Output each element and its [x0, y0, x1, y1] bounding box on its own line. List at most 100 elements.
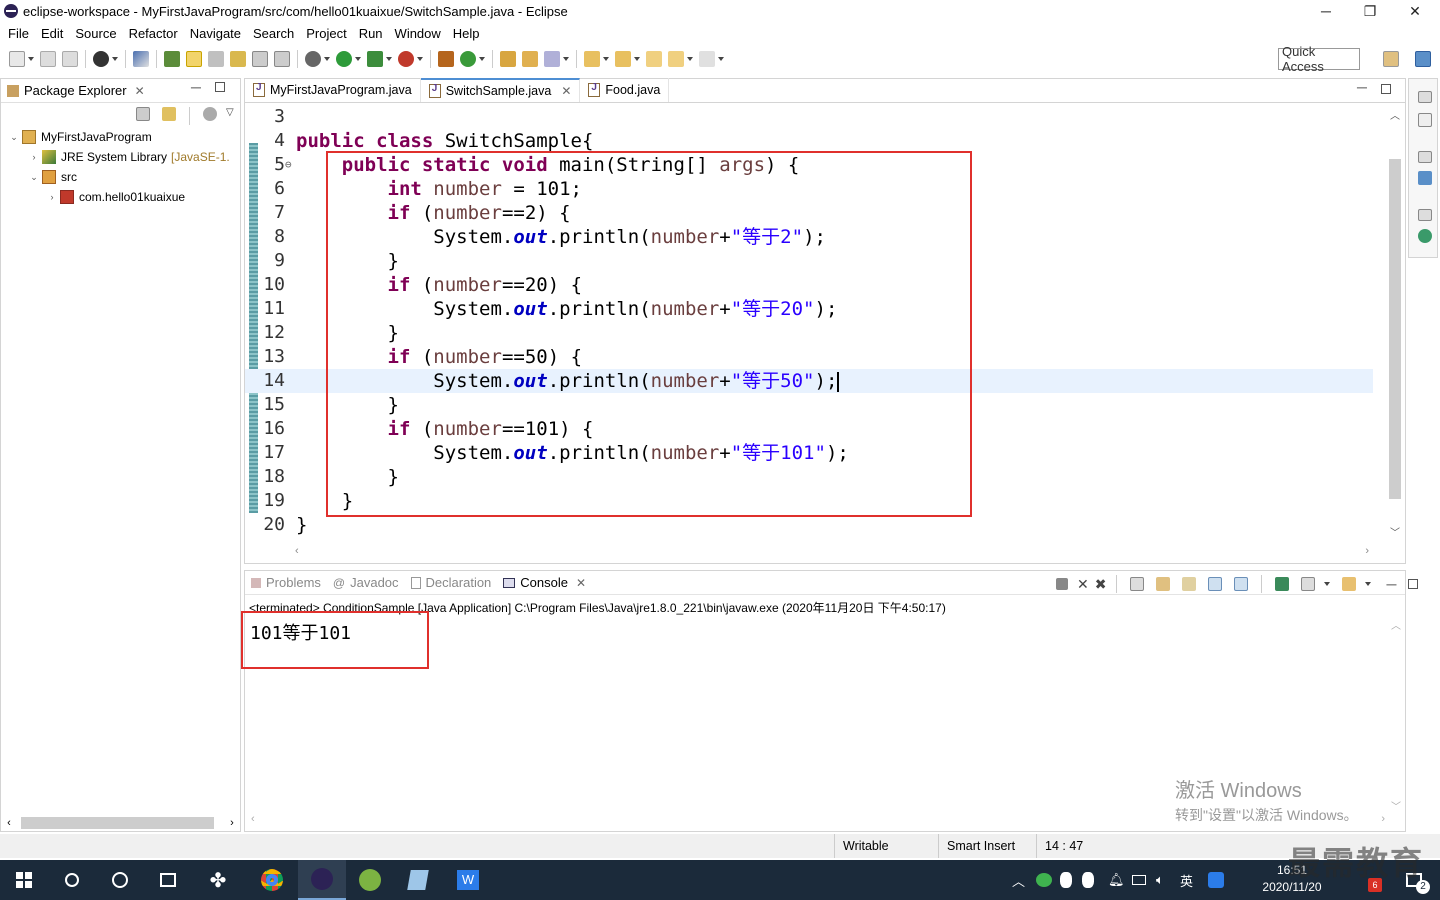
back-dropdown-icon[interactable] — [687, 51, 693, 67]
ime-indicator[interactable]: 英 — [1180, 860, 1193, 900]
tab-switchsample[interactable]: SwitchSample.java ✕ — [420, 78, 581, 102]
taskbar-search-button[interactable] — [48, 860, 96, 900]
close-window-button[interactable]: ✕ — [1392, 0, 1438, 22]
mark-occurrences-icon[interactable] — [208, 51, 224, 67]
scroll-left-icon[interactable]: ‹ — [295, 545, 299, 557]
open-console-dropdown-icon[interactable] — [1365, 576, 1372, 592]
next-annotation-dropdown-icon[interactable] — [603, 51, 609, 67]
external-tools-dropdown-icon[interactable] — [417, 51, 423, 67]
scroll-thumb[interactable] — [21, 817, 214, 829]
open-console-icon[interactable] — [1342, 577, 1357, 591]
menu-help[interactable]: Help — [447, 26, 486, 41]
display-console-dropdown-icon[interactable] — [1324, 576, 1331, 592]
expand-icon[interactable]: › — [47, 192, 57, 202]
run-icon[interactable] — [336, 51, 352, 67]
horizontal-scrollbar[interactable]: ‹ › — [1, 815, 240, 831]
minimize-button[interactable]: ─ — [1303, 0, 1349, 22]
scroll-lock-icon[interactable] — [1156, 577, 1171, 591]
last-edit-location-icon[interactable] — [646, 51, 662, 67]
back-icon[interactable] — [668, 51, 684, 67]
debug-perspective-icon[interactable] — [164, 51, 180, 67]
remove-all-launches-icon[interactable]: ✖ — [1095, 576, 1107, 593]
tab-console[interactable]: Console ✕ — [503, 575, 586, 590]
link-with-editor-icon[interactable] — [162, 107, 176, 121]
debug-dropdown-icon[interactable] — [324, 51, 330, 67]
maximize-editor-icon[interactable] — [1381, 84, 1391, 94]
minimize-console-icon[interactable]: ─ — [1386, 576, 1396, 592]
open-perspective-icon[interactable] — [1383, 51, 1399, 67]
skip-breakpoints-icon[interactable] — [133, 51, 149, 67]
open-task-icon[interactable] — [522, 51, 538, 67]
minimize-editor-icon[interactable]: ─ — [1357, 79, 1367, 95]
toggle-block-icon[interactable] — [230, 51, 246, 67]
menu-refactor[interactable]: Refactor — [123, 26, 184, 41]
qq-icon[interactable] — [1082, 860, 1094, 900]
qq-browser-icon[interactable] — [1208, 860, 1224, 900]
tree-item-src[interactable]: ⌄ src — [1, 167, 240, 187]
minimize-view-icon[interactable]: ─ — [191, 79, 201, 95]
new-icon[interactable] — [9, 51, 25, 67]
new-dropdown-icon[interactable] — [28, 51, 34, 67]
menu-edit[interactable]: Edit — [35, 26, 69, 41]
terminate-icon[interactable] — [1056, 578, 1068, 590]
close-icon[interactable]: ✕ — [135, 84, 145, 98]
cortana-button[interactable] — [96, 860, 144, 900]
forward-icon[interactable] — [699, 51, 715, 67]
notepad-button[interactable] — [394, 860, 442, 900]
focus-icon[interactable] — [203, 107, 217, 121]
task-list-icon[interactable] — [1418, 113, 1432, 127]
task-view-button[interactable] — [144, 860, 192, 900]
new-java-package-icon[interactable] — [438, 51, 454, 67]
coverage-icon[interactable] — [367, 51, 383, 67]
debug-bug-icon[interactable] — [305, 51, 321, 67]
network-icon[interactable] — [1132, 860, 1146, 900]
scroll-down-icon[interactable]: ﹀ — [1391, 798, 1401, 813]
previous-annotation-icon[interactable] — [615, 51, 631, 67]
volume-icon[interactable]: 🔈︎ — [1156, 860, 1164, 900]
restore-icon[interactable] — [1418, 151, 1432, 163]
scroll-left-icon[interactable]: ‹ — [251, 813, 255, 825]
notification-bell-icon[interactable]: 🔔︎ — [1108, 860, 1125, 900]
maximize-view-icon[interactable] — [215, 82, 225, 92]
restore-icon[interactable] — [1418, 209, 1432, 221]
expand-icon[interactable]: ⌄ — [29, 172, 39, 183]
scroll-down-icon[interactable]: ﹀ — [1390, 524, 1400, 539]
tab-problems[interactable]: Problems — [251, 575, 321, 590]
new-class-dropdown-icon[interactable] — [479, 51, 485, 67]
collapse-all-icon[interactable] — [136, 107, 150, 121]
search-icon[interactable] — [544, 51, 560, 67]
tree-item-jre[interactable]: › JRE System Library [JavaSE-1. — [1, 147, 240, 167]
scroll-right-icon[interactable]: › — [1381, 813, 1385, 825]
tree-item-package[interactable]: › com.hello01kuaixue — [1, 187, 240, 207]
close-icon[interactable]: ✕ — [561, 84, 571, 98]
scroll-right-icon[interactable]: › — [1365, 545, 1369, 557]
new-java-class-icon[interactable] — [460, 51, 476, 67]
show-whitespace-icon[interactable] — [252, 51, 268, 67]
menu-window[interactable]: Window — [389, 26, 447, 41]
palette-icon[interactable] — [1418, 229, 1432, 243]
editor-horizontal-scrollbar[interactable]: ‹ › — [295, 545, 1369, 561]
search-dropdown-icon[interactable] — [563, 51, 569, 67]
expand-icon[interactable]: ⌄ — [9, 132, 19, 143]
tab-myfirstjavaprogram[interactable]: MyFirstJavaProgram.java — [245, 78, 421, 102]
code-area[interactable]: 3 4 public class SwitchSample{ 5 ⊖ public … — [245, 105, 1373, 545]
quick-access-input[interactable]: Quick Access — [1278, 44, 1360, 74]
view-menu-icon[interactable]: ▽ — [226, 107, 234, 125]
green-app-button[interactable] — [346, 860, 394, 900]
console-vertical-scrollbar[interactable]: ︿ ﹀ — [1389, 617, 1403, 813]
coverage-dropdown-icon[interactable] — [386, 51, 392, 67]
external-tools-icon[interactable] — [398, 51, 414, 67]
package-explorer-tab[interactable]: Package Explorer ✕ — [7, 83, 145, 98]
chrome-button[interactable] — [248, 860, 296, 900]
pilcrow-icon[interactable] — [274, 51, 290, 67]
clear-console-icon[interactable] — [1130, 577, 1145, 591]
show-console-stderr-icon[interactable] — [1234, 577, 1249, 591]
menu-file[interactable]: File — [2, 26, 35, 41]
scroll-left-icon[interactable]: ‹ — [1, 817, 17, 829]
word-wrap-icon[interactable] — [1182, 577, 1197, 591]
show-console-stdout-icon[interactable] — [1208, 577, 1223, 591]
profile-dropdown-icon[interactable] — [112, 51, 118, 67]
menu-project[interactable]: Project — [300, 26, 352, 41]
scroll-right-icon[interactable]: › — [224, 817, 240, 829]
pinwheel-app-button[interactable]: ✤ — [194, 860, 242, 900]
